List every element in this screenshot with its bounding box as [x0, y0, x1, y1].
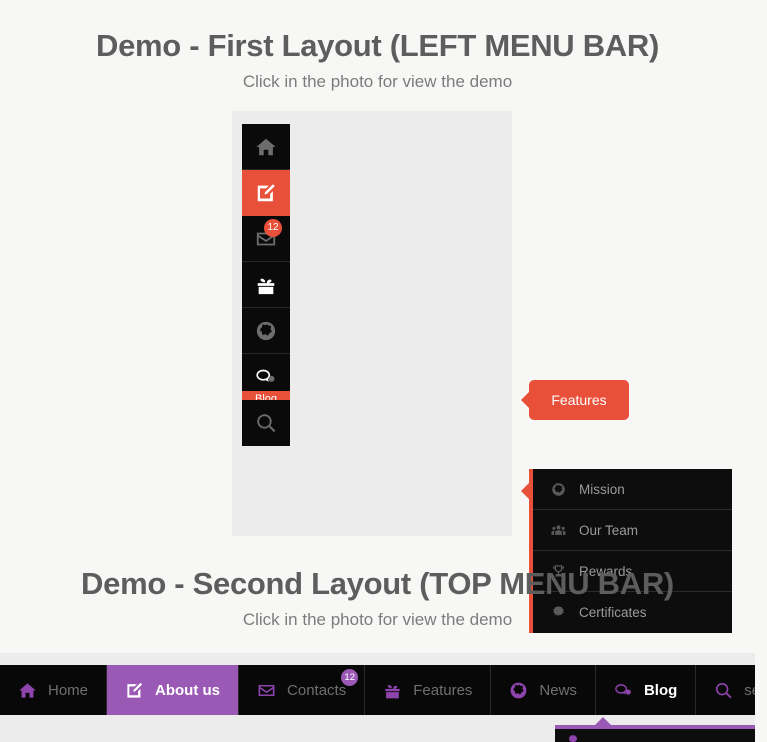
features-flyout-label: Features: [551, 392, 607, 408]
left-menu-item-about-us[interactable]: [242, 170, 290, 216]
gift-icon: [257, 278, 275, 294]
page-root: Demo - First Layout (LEFT MENU BAR) Clic…: [0, 0, 767, 742]
top-menu-item-contacts[interactable]: Contacts 12: [239, 665, 366, 715]
top-menu-item-label: News: [539, 681, 577, 699]
section-heading-second-layout: Demo - Second Layout (TOP MENU BAR) Clic…: [0, 566, 755, 630]
gift-icon: [385, 684, 400, 698]
top-menu-item-home[interactable]: Home: [0, 665, 108, 715]
comment-icon: [256, 369, 275, 382]
home-icon: [256, 138, 276, 155]
submenu-item-mission[interactable]: Mission: [533, 469, 732, 510]
contacts-badge: 12: [264, 219, 282, 237]
left-menu-item-contacts[interactable]: 12: [242, 216, 290, 262]
top-menu-dropdown-panel[interactable]: [555, 717, 755, 742]
demo-preview-top-layout[interactable]: Home About us Contacts 12 Features News …: [0, 653, 767, 742]
page-right-gutter: [755, 0, 767, 742]
top-menu-item-label: About us: [155, 681, 221, 699]
top-menu-item-blog[interactable]: Blog: [596, 665, 697, 715]
submenu-item-label: Our Team: [579, 522, 639, 538]
left-menu-item-features[interactable]: [242, 262, 290, 308]
top-menu-item-about-us[interactable]: About us: [107, 665, 240, 715]
submenu-item-our-team[interactable]: Our Team: [533, 510, 732, 551]
page-subtitle: Click in the photo for view the demo: [242, 71, 513, 91]
submenu-item-label: Mission: [579, 481, 625, 497]
top-menu-item-label: Home: [48, 681, 89, 699]
contacts-badge: 12: [341, 669, 359, 686]
page-subtitle: Click in the photo for view the demo: [242, 609, 513, 629]
left-menu-item-search[interactable]: [242, 400, 290, 446]
users-icon: [551, 524, 566, 535]
top-menu-item-label: Contacts: [287, 681, 347, 699]
left-menu-bar[interactable]: 12 Blog: [242, 124, 290, 446]
page-title: Demo - First Layout (LEFT MENU BAR): [96, 28, 659, 63]
globe-icon: [256, 321, 276, 340]
page-title: Demo - Second Layout (TOP MENU BAR): [81, 566, 674, 601]
search-icon: [716, 682, 732, 698]
certificate-icon: [568, 734, 578, 742]
envelope-icon: [258, 684, 275, 696]
home-icon: [19, 682, 36, 698]
top-menu-bar[interactable]: Home About us Contacts 12 Features News …: [0, 665, 767, 715]
search-icon: [257, 414, 276, 433]
left-menu-item-news[interactable]: [242, 308, 290, 354]
left-menu-item-home[interactable]: [242, 124, 290, 170]
globe-icon: [552, 482, 565, 496]
edit-icon: [127, 682, 143, 698]
top-menu-item-features[interactable]: Features: [365, 665, 492, 715]
globe-icon: [511, 682, 527, 698]
comment-icon: [615, 683, 631, 695]
demo-preview-left-layout[interactable]: 12 Blog Features Mission Our Team Reward…: [232, 111, 732, 633]
edit-icon: [257, 183, 275, 201]
top-menu-item-news[interactable]: News: [491, 665, 596, 715]
features-flyout-tooltip[interactable]: Features: [521, 380, 629, 420]
top-menu-item-label: Blog: [643, 681, 678, 699]
top-menu-item-label: Features: [413, 681, 473, 699]
left-menu-item-blog[interactable]: Blog: [242, 354, 290, 408]
section-heading-first-layout: Demo - First Layout (LEFT MENU BAR) Clic…: [0, 28, 755, 92]
